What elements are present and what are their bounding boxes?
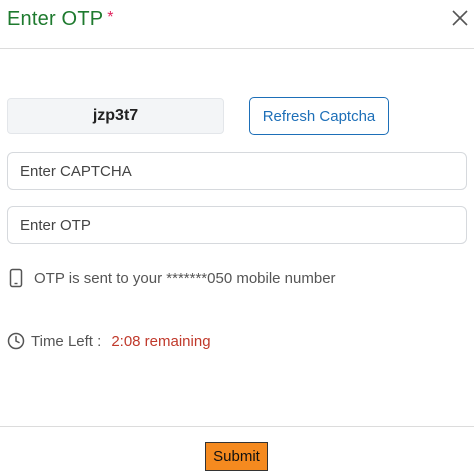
dialog-title-text: Enter OTP [7,8,104,30]
clock-icon [7,332,25,350]
otp-sent-info: OTP is sent to your *******050 mobile nu… [8,268,336,288]
required-marker: * [107,9,114,26]
captcha-input[interactable] [7,152,467,190]
timer-row: Time Left : 2:08 remaining [7,332,211,350]
otp-sent-message: OTP is sent to your *******050 mobile nu… [34,269,336,287]
dialog-header: Enter OTP * [0,0,474,49]
timer-label: Time Left : [31,332,102,350]
refresh-captcha-button[interactable]: Refresh Captcha [249,97,389,135]
submit-button[interactable]: Submit [205,442,268,471]
otp-dialog: Enter OTP* jzp3t7 Refresh Captcha OTP is… [0,0,474,476]
dialog-footer [0,426,474,427]
captcha-display: jzp3t7 [7,98,224,134]
dialog-title: Enter OTP * [7,8,114,31]
timer-remaining: 2:08 remaining [111,332,211,350]
otp-input[interactable] [7,206,467,244]
close-icon[interactable] [451,9,469,27]
mobile-phone-icon [9,268,23,288]
